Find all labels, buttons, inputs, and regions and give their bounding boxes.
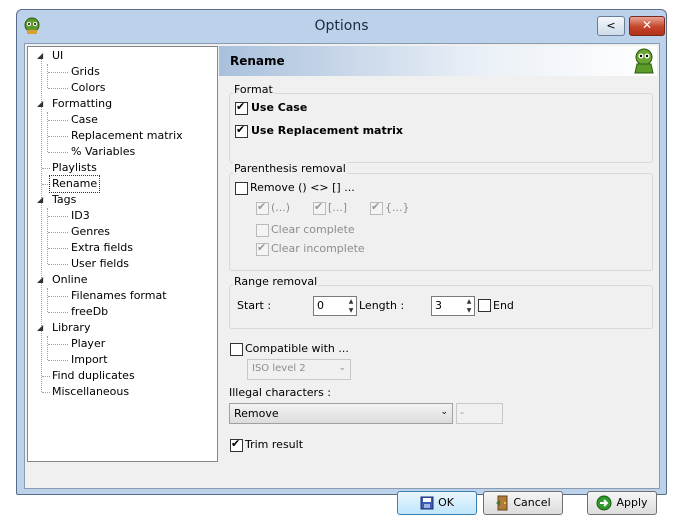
- tree-item-id3[interactable]: ID3: [71, 208, 90, 224]
- compatible-value: ISO level 2: [252, 363, 306, 374]
- tree-item-rename[interactable]: Rename: [48, 175, 101, 193]
- end-checkbox[interactable]: [478, 299, 491, 312]
- tree-item-case[interactable]: Case: [71, 112, 98, 128]
- spinner-arrows-icon[interactable]: ▲ ▼: [346, 297, 356, 315]
- tree-item-tags[interactable]: Tags: [52, 192, 76, 208]
- illegal-characters-select[interactable]: Remove ⌄: [229, 403, 453, 424]
- brace-label: {...}: [385, 201, 410, 214]
- tree-item-find-duplicates[interactable]: Find duplicates: [52, 368, 135, 384]
- tree-item-extra-fields[interactable]: Extra fields: [71, 240, 133, 256]
- chevron-down-icon: ⌄: [338, 363, 346, 373]
- tree-item-user-fields[interactable]: User fields: [71, 256, 129, 272]
- tree-item-colors[interactable]: Colors: [71, 80, 105, 96]
- apply-label: Apply: [616, 496, 648, 509]
- collapse-icon[interactable]: ◢: [37, 195, 43, 204]
- apply-button[interactable]: Apply: [587, 491, 657, 515]
- tree-item-miscellaneous[interactable]: Miscellaneous: [52, 384, 129, 400]
- use-replacement-label: Use Replacement matrix: [251, 124, 404, 137]
- tree-item-genres[interactable]: Genres: [71, 224, 110, 240]
- spinner-arrows-icon[interactable]: ▲ ▼: [464, 297, 474, 315]
- paren-checkbox[interactable]: [256, 200, 269, 215]
- compatible-select[interactable]: ISO level 2 ⌄: [247, 359, 351, 380]
- options-tree[interactable]: ◢ UI Grids Colors ◢ Formatting Case Repl…: [27, 46, 218, 462]
- ok-label: OK: [438, 496, 454, 509]
- replacement-char-field[interactable]: -: [456, 403, 503, 424]
- dialog-body: ◢ UI Grids Colors ◢ Formatting Case Repl…: [24, 43, 660, 515]
- compatible-checkbox[interactable]: [230, 343, 243, 356]
- collapse-icon[interactable]: ◢: [37, 323, 43, 332]
- collapse-icon[interactable]: ◢: [37, 275, 43, 284]
- parenthesis-group-label: Parenthesis removal: [233, 162, 347, 175]
- bracket-label: [...]: [328, 201, 348, 214]
- tree-item-playlists[interactable]: Playlists: [52, 160, 97, 176]
- collapse-icon[interactable]: ◢: [37, 99, 43, 108]
- mascot-icon: [634, 48, 654, 74]
- tree-item-formatting[interactable]: Formatting: [52, 96, 112, 112]
- tree-item-ui[interactable]: UI: [52, 48, 63, 64]
- panel-title: Rename: [230, 54, 285, 68]
- remove-parenthesis-label: Remove () <> [] ...: [250, 181, 355, 194]
- tree-item-online[interactable]: Online: [52, 272, 87, 288]
- length-label: Length :: [359, 299, 405, 312]
- use-case-label: Use Case: [251, 101, 308, 114]
- illegal-characters-value: Remove: [234, 407, 279, 420]
- cancel-button[interactable]: Cancel: [483, 491, 563, 515]
- start-value: 0: [317, 299, 324, 312]
- collapse-icon[interactable]: ◢: [37, 51, 43, 60]
- window-title: Options: [314, 18, 369, 34]
- ok-button[interactable]: OK: [397, 491, 477, 515]
- clear-incomplete-checkbox[interactable]: [256, 241, 269, 256]
- remove-parenthesis-checkbox[interactable]: [235, 182, 248, 195]
- panel-header: Rename: [219, 46, 657, 76]
- illegal-characters-label: Illegal characters :: [229, 386, 332, 399]
- cancel-label: Cancel: [513, 496, 551, 509]
- title-bar[interactable]: Options < ✕: [17, 10, 666, 44]
- tree-item-filenames-format[interactable]: Filenames format: [71, 288, 167, 304]
- end-label: End: [493, 299, 514, 312]
- length-value: 3: [435, 299, 442, 312]
- apply-arrow-icon: [596, 495, 612, 511]
- use-replacement-checkbox[interactable]: [235, 123, 248, 138]
- trim-result-label: Trim result: [245, 438, 304, 451]
- rename-panel: Rename Format Use Case Use Replacement m…: [219, 46, 657, 460]
- save-icon: [420, 496, 434, 510]
- tree-item-player[interactable]: Player: [71, 336, 105, 352]
- format-group-label: Format: [233, 83, 274, 96]
- paren-label: (...): [271, 201, 291, 214]
- clear-complete-label: Clear complete: [271, 223, 355, 236]
- back-button[interactable]: <: [597, 16, 625, 36]
- compatible-label: Compatible with ...: [245, 342, 349, 355]
- start-spinner[interactable]: 0 ▲ ▼: [313, 296, 357, 316]
- bracket-checkbox[interactable]: [313, 200, 326, 215]
- clear-complete-checkbox[interactable]: [256, 224, 269, 237]
- tree-item-import[interactable]: Import: [71, 352, 108, 368]
- close-button[interactable]: ✕: [629, 16, 665, 36]
- tree-item-replacement-matrix[interactable]: Replacement matrix: [71, 128, 183, 144]
- brace-checkbox[interactable]: [370, 200, 383, 215]
- replacement-char-value: -: [460, 406, 464, 419]
- tree-item-library[interactable]: Library: [52, 320, 90, 336]
- start-label: Start :: [237, 299, 272, 312]
- range-group-label: Range removal: [233, 275, 319, 288]
- options-window: Options < ✕ ◢ UI Grids Colors ◢ Formatti…: [16, 9, 667, 515]
- exit-door-icon: [496, 495, 508, 511]
- clear-incomplete-label: Clear incomplete: [271, 242, 365, 255]
- tree-item-grids[interactable]: Grids: [71, 64, 100, 80]
- trim-result-checkbox[interactable]: [230, 437, 243, 452]
- chevron-down-icon: ⌄: [440, 407, 448, 417]
- tree-item-variables[interactable]: % Variables: [71, 144, 135, 160]
- use-case-checkbox[interactable]: [235, 100, 248, 115]
- tree-item-freedb[interactable]: freeDb: [71, 304, 108, 320]
- length-spinner[interactable]: 3 ▲ ▼: [431, 296, 475, 316]
